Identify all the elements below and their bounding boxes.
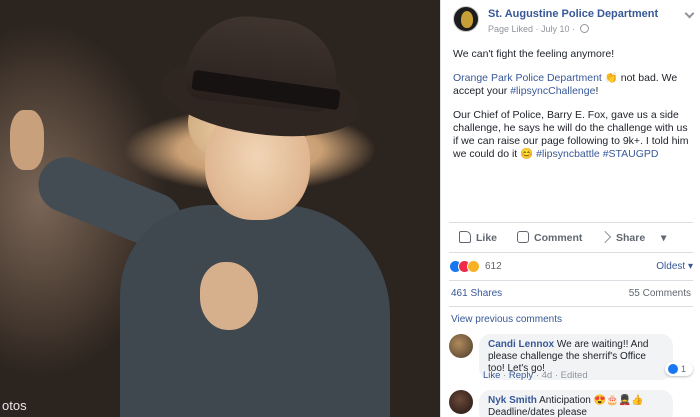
like-label: Like [476,232,498,244]
comment-age[interactable]: 4d [542,370,553,381]
post-meta: Page Liked · July 10 · [488,24,589,34]
comment-like-link[interactable]: Like [483,370,500,381]
clap-emoji-icon: 👏 [604,72,618,84]
comment-text: Anticipation [539,395,591,406]
sort-label: Oldest [656,261,686,272]
post-date[interactable]: July 10 [541,24,570,34]
hashtag-link[interactable]: #lipsyncbattle [536,148,600,160]
commenter-name[interactable]: Candi Lennox [488,339,554,350]
post-line3: Our Chief of Police, Barry E. Fox, gave … [453,109,691,161]
like-button[interactable]: Like [459,228,497,248]
comment-reaction-count: 1 [681,364,687,374]
hashtag-suffix: ! [595,85,599,97]
chevron-down-icon: ▾ [687,261,693,272]
shares-row: 461 Shares 55 Comments [451,288,691,299]
divider [449,280,693,281]
photo-fingers [10,110,44,170]
divider [449,306,693,307]
profile-icon: ▾ [661,232,667,244]
reactions-row: 612 Oldest ▾ [449,258,693,276]
reaction-selector[interactable]: ▾ [661,228,666,248]
reaction-count[interactable]: 612 [485,261,502,272]
view-previous-comments-link[interactable]: View previous comments [451,314,562,325]
haha-reaction-icon[interactable] [467,260,480,273]
comment-sort-dropdown[interactable]: Oldest ▾ [656,261,693,272]
comment-label: Comment [534,232,583,244]
comment-reaction-badge[interactable]: 1 [665,362,693,376]
commenter-avatar[interactable] [449,334,473,358]
post-photo[interactable]: otos [0,0,440,417]
chevron-down-icon[interactable] [684,8,695,19]
hashtag-link[interactable]: #lipsyncChallenge [510,85,595,97]
share-icon [599,231,611,243]
post-header: St. Augustine Police Department Page Lik… [453,6,695,38]
divider [449,252,693,253]
divider [449,222,693,223]
photo-hand [200,262,258,330]
like-reaction-icon [668,364,678,374]
mention-link[interactable]: Orange Park Police Department [453,72,602,84]
photo-caption: otos [2,398,27,413]
post-line2: Orange Park Police Department 👏 not bad.… [453,72,691,98]
comment-button[interactable]: Comment [517,228,582,248]
smile-emoji-icon: 😊 [520,148,534,160]
comment-footer: Like · Reply · 4d · Edited [483,370,588,381]
commenter-name[interactable]: Nyk Smith [488,395,537,406]
comment-bubble: Nyk Smith Anticipation 😍🎂💂👍 Deadline/dat… [479,390,673,417]
comment-text-line2: Deadline/dates please [488,407,587,417]
post-line1: We can't fight the feeling anymore! [453,48,615,60]
page-liked-label[interactable]: Page Liked [488,24,533,34]
post-body: We can't fight the feeling anymore! Oran… [453,48,691,172]
share-button[interactable]: Share [599,228,645,248]
post-actions: Like Comment Share ▾ [449,228,693,248]
post-panel: St. Augustine Police Department Page Lik… [440,0,700,417]
emoji-icon: 😍🎂💂👍 [593,395,644,406]
police-badge-icon [461,11,473,28]
shares-count[interactable]: 461 Shares [451,288,502,299]
comment-item: Nyk Smith Anticipation 😍🎂💂👍 Deadline/dat… [449,390,693,417]
share-label: Share [616,232,646,244]
comments-count[interactable]: 55 Comments [629,288,691,299]
comment-reply-link[interactable]: Reply [509,370,533,381]
page-avatar[interactable] [453,6,479,32]
comment-item: Candi Lennox We are waiting!! And please… [449,334,693,382]
commenter-avatar[interactable] [449,390,473,414]
thumbs-up-icon [459,231,471,243]
page-name-link[interactable]: St. Augustine Police Department [488,8,658,20]
comment-icon [517,231,529,243]
comment-edited[interactable]: Edited [561,370,588,381]
globe-icon [579,24,589,33]
hashtag-link[interactable]: #STAUGPD [603,148,659,160]
